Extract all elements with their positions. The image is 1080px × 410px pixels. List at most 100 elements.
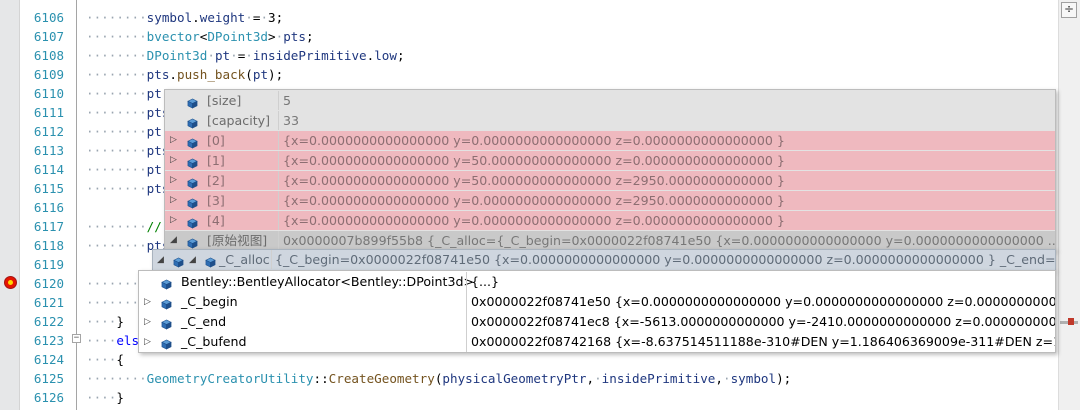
field-cube-icon: [187, 235, 198, 249]
expand-arrow-icon[interactable]: ▷: [170, 131, 180, 150]
datatip-row[interactable]: ◢ [原始视图] 0x0000007b899f55b8 {_C_alloc={_C_…: [165, 231, 1055, 250]
datatip-row[interactable]: ▷ [1] {x=0.0000000000000000 y=50.000000000…: [165, 151, 1055, 170]
expand-arrow-icon[interactable]: ▷: [170, 211, 180, 230]
code-line[interactable]: ········DPoint3d·pt·=·insidePrimitive.lo…: [86, 46, 405, 65]
field-cube-icon: [187, 215, 198, 229]
code-line[interactable]: ····}: [86, 312, 124, 331]
expand-arrow-icon[interactable]: ▷: [170, 171, 180, 190]
expand-arrow-icon[interactable]: ◢: [189, 250, 199, 270]
indent-whitespace: ········: [86, 124, 147, 139]
indent-whitespace: ····: [86, 333, 117, 348]
column-separator: [278, 231, 279, 250]
expand-arrow-icon[interactable]: ◢: [170, 231, 180, 250]
datatip-pts[interactable]: [size] 5 [capacity] 33 ▷ [0] {x=0.000000000000…: [164, 89, 1056, 251]
code-token: ·: [260, 10, 269, 25]
code-token: weight: [199, 10, 246, 25]
datatip-allocator[interactable]: Bentley::BentleyAllocator<Bentley::DPoin…: [138, 270, 1056, 353]
code-token: .: [169, 67, 178, 82]
column-separator: [278, 131, 279, 150]
allocator-row[interactable]: ▷ _C_end 0x0000022f08741ec8 {x=-5613.00000…: [139, 312, 1055, 332]
datatip-row[interactable]: ▷ [2] {x=0.0000000000000000 y=50.000000000…: [165, 171, 1055, 190]
field-name: _C_bufend: [181, 334, 247, 349]
column-separator: [278, 211, 279, 230]
code-token: push_back: [177, 67, 246, 82]
scroll-error-marker: [1068, 318, 1074, 325]
field-value: 0x0000007b899f55b8 {_C_alloc={_C_begin=0…: [283, 233, 1055, 248]
code-line[interactable]: ········pt.: [86, 122, 169, 141]
code-line[interactable]: ········pts: [86, 141, 169, 160]
breakpoint-icon[interactable]: [4, 276, 17, 289]
expand-arrow-icon[interactable]: ▷: [144, 332, 154, 352]
line-number: 6109: [33, 67, 64, 82]
datatip-row[interactable]: ▷ [0] {x=0.0000000000000000 y=0.0000000000…: [165, 131, 1055, 150]
datatip-row-c-alloc[interactable]: ◢ _C_alloc {_C_begin=0x0000022f08741e50 {x…: [153, 250, 1055, 270]
collapse-icon[interactable]: −: [72, 334, 81, 343]
field-cube-icon: [187, 195, 198, 209]
field-value: 33: [283, 113, 300, 128]
code-line[interactable]: ········pts.push_back(pt);: [86, 65, 283, 84]
code-token: ·: [722, 371, 731, 386]
field-name: [3]: [207, 193, 225, 208]
field-name: [4]: [207, 213, 225, 228]
datatip-row[interactable]: [size] 5: [165, 91, 1055, 110]
code-line[interactable]: ········GeometryCreatorUtility::CreateGe…: [86, 369, 791, 388]
code-token: insidePrimitive: [601, 371, 716, 386]
expand-arrow-icon[interactable]: ▷: [170, 191, 180, 210]
code-line[interactable]: ········symbol.weight·=·3;: [86, 8, 283, 27]
allocator-row[interactable]: ▷ _C_begin 0x0000022f08741e50 {x=0.0000000…: [139, 292, 1055, 312]
datatip-c-alloc[interactable]: ◢ _C_alloc {_C_begin=0x0000022f08741e50 {x…: [152, 249, 1056, 271]
column-separator: [278, 111, 279, 130]
code-token: pt: [214, 48, 231, 63]
line-number: 6117: [33, 219, 64, 234]
field-value: {...}: [471, 274, 500, 289]
field-name: [1]: [207, 153, 225, 168]
pin-icon[interactable]: [173, 254, 184, 268]
split-view-icon[interactable]: ÷: [1061, 2, 1077, 18]
indent-whitespace: ········: [86, 10, 147, 25]
allocator-row[interactable]: ▷ _C_bufend 0x0000022f08742168 {x=-8.63751…: [139, 332, 1055, 352]
field-name: Bentley::BentleyAllocator<Bentley::DPoin…: [181, 274, 475, 289]
column-separator: [466, 312, 467, 332]
expand-arrow-icon[interactable]: ▷: [144, 312, 154, 332]
code-line[interactable]: ····els: [86, 331, 139, 350]
code-line[interactable]: ········bvector<DPoint3d>·pts;: [86, 27, 314, 46]
line-number: 6113: [33, 143, 64, 158]
indent-whitespace: ········: [86, 162, 147, 177]
field-value: {x=0.0000000000000000 y=50.0000000000000…: [283, 173, 785, 188]
datatip-row[interactable]: ▷ [3] {x=0.0000000000000000 y=0.0000000000…: [165, 191, 1055, 210]
code-line[interactable]: ····{: [86, 350, 124, 369]
code-token: ;: [305, 29, 314, 44]
code-token: ·: [207, 48, 215, 63]
expand-arrow-icon[interactable]: ▷: [144, 292, 154, 312]
column-separator: [278, 151, 279, 170]
code-line[interactable]: ····}: [86, 388, 124, 407]
code-token: (: [245, 67, 253, 82]
vertical-scrollbar[interactable]: ÷: [1058, 0, 1080, 410]
expand-arrow-icon[interactable]: ▷: [170, 151, 180, 170]
collapse-arrow-icon[interactable]: ◢: [157, 250, 167, 270]
code-token: ·: [594, 371, 602, 386]
code-line[interactable]: ········//·: [86, 217, 169, 236]
code-line[interactable]: ·······: [86, 293, 139, 312]
indent-whitespace: ········: [86, 105, 147, 120]
indent-whitespace: ····: [86, 390, 117, 405]
code-token: CreateGeometry: [328, 371, 435, 386]
code-line[interactable]: ········pt.: [86, 84, 169, 103]
allocator-row[interactable]: Bentley::BentleyAllocator<Bentley::DPoin…: [139, 272, 1055, 292]
code-token: pts: [146, 67, 170, 82]
code-line[interactable]: ········pts: [86, 103, 169, 122]
breakpoint-gutter[interactable]: [0, 0, 20, 410]
indent-whitespace: ········: [86, 371, 147, 386]
code-token: symbol: [146, 10, 193, 25]
code-line[interactable]: ·······: [86, 274, 139, 293]
code-line[interactable]: ········pts: [86, 179, 169, 198]
code-token: symbol: [730, 371, 777, 386]
datatip-row[interactable]: ▷ [4] {x=0.0000000000000000 y=0.0000000000…: [165, 211, 1055, 230]
code-line[interactable]: ········pt.: [86, 160, 169, 179]
line-number: 6123: [33, 333, 64, 348]
code-token: .: [192, 10, 200, 25]
line-number: 6122: [33, 314, 64, 329]
indent-whitespace: ········: [86, 181, 147, 196]
datatip-row[interactable]: [capacity] 33: [165, 111, 1055, 130]
field-cube-icon: [187, 155, 198, 169]
